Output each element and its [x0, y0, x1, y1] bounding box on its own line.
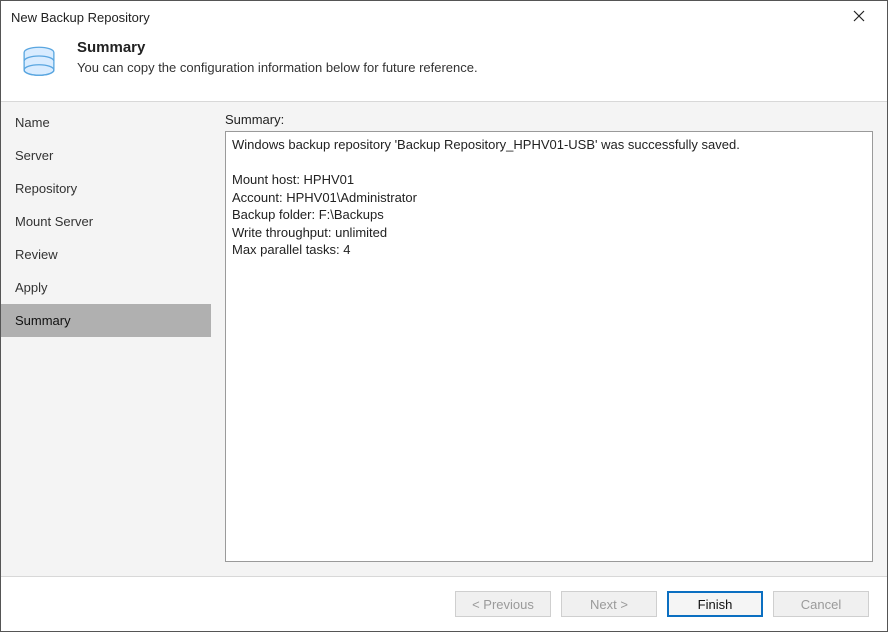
sidebar-item-label: Server — [15, 148, 53, 163]
sidebar-item-repository[interactable]: Repository — [1, 172, 211, 205]
sidebar-item-summary[interactable]: Summary — [1, 304, 211, 337]
sidebar-item-name[interactable]: Name — [1, 106, 211, 139]
header: Summary You can copy the configuration i… — [1, 33, 887, 101]
repository-icon — [15, 39, 63, 87]
sidebar-item-label: Review — [15, 247, 58, 262]
summary-textbox[interactable]: Windows backup repository 'Backup Reposi… — [225, 131, 873, 562]
header-text: Summary You can copy the configuration i… — [77, 39, 478, 75]
sidebar-item-apply[interactable]: Apply — [1, 271, 211, 304]
content-pane: Summary: Windows backup repository 'Back… — [211, 102, 887, 576]
finish-button[interactable]: Finish — [667, 591, 763, 617]
sidebar-item-mount-server[interactable]: Mount Server — [1, 205, 211, 238]
body: Name Server Repository Mount Server Review Ap… — [1, 101, 887, 577]
sidebar: Name Server Repository Mount Server Review Ap… — [1, 102, 211, 576]
titlebar: New Backup Repository — [1, 1, 887, 33]
sidebar-item-label: Summary — [15, 313, 71, 328]
summary-label: Summary: — [225, 112, 873, 127]
page-title: Summary — [77, 39, 478, 56]
previous-button: < Previous — [455, 591, 551, 617]
cancel-button: Cancel — [773, 591, 869, 617]
sidebar-item-label: Mount Server — [15, 214, 93, 229]
sidebar-item-label: Name — [15, 115, 50, 130]
dialog-window: New Backup Repository Summary You can co… — [0, 0, 888, 632]
footer: < Previous Next > Finish Cancel — [1, 577, 887, 631]
next-button: Next > — [561, 591, 657, 617]
close-button[interactable] — [839, 3, 879, 31]
page-subtitle: You can copy the configuration informati… — [77, 60, 478, 75]
sidebar-item-review[interactable]: Review — [1, 238, 211, 271]
window-title: New Backup Repository — [11, 10, 150, 25]
close-icon — [853, 10, 865, 25]
sidebar-item-server[interactable]: Server — [1, 139, 211, 172]
sidebar-item-label: Apply — [15, 280, 48, 295]
sidebar-item-label: Repository — [15, 181, 77, 196]
